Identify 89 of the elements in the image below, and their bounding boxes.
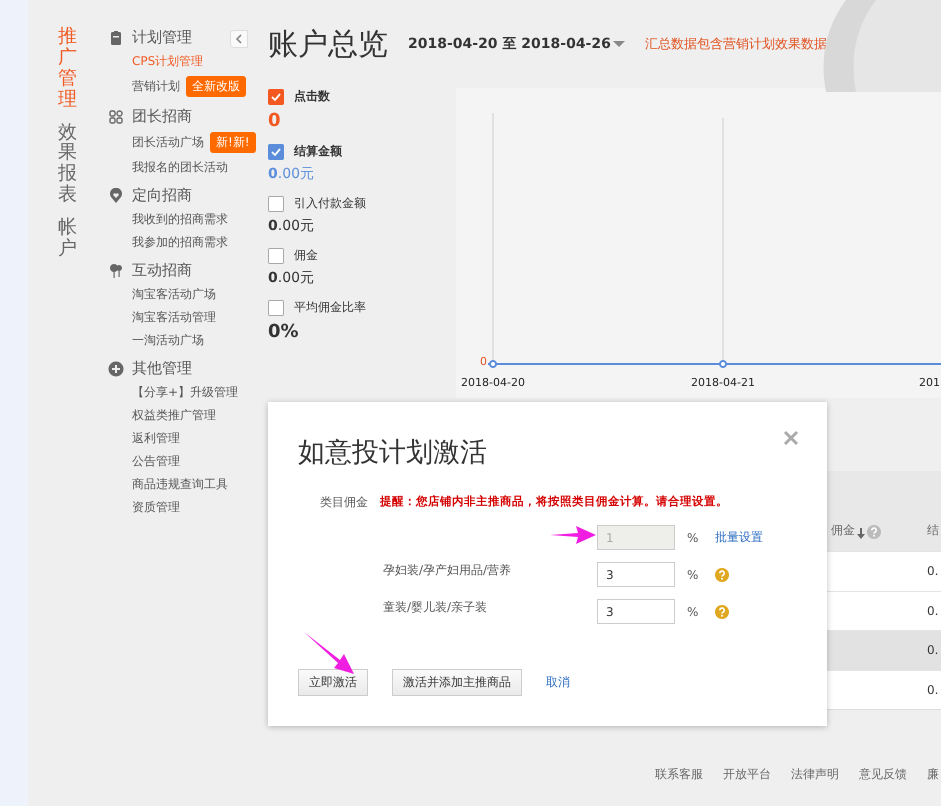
checkbox[interactable] — [268, 88, 284, 104]
axis-tick-label: 0 — [480, 355, 487, 368]
commission-input[interactable]: 3 — [597, 599, 675, 624]
sidebar-item[interactable]: 商品违规查询工具 — [132, 476, 228, 493]
location-pin-icon — [108, 188, 124, 204]
table-cell-text: 0. — [926, 682, 940, 699]
percent-unit: % — [686, 568, 700, 582]
percent-unit: % — [686, 604, 700, 618]
data-point — [489, 360, 497, 368]
commission-input[interactable]: 3 — [597, 562, 675, 587]
column-header[interactable]: 佣金 — [827, 471, 923, 551]
table-row[interactable]: 0. — [827, 630, 941, 670]
warning-text: 提醒：您店铺内非主推商品，将按照类目佣金计算。请合理设置。 — [380, 494, 728, 510]
sidebar-group-title: 定向招商 — [132, 186, 192, 205]
sidebar-group-title: 其他管理 — [132, 359, 192, 378]
sidebar-group-title: 互动招商 — [132, 261, 192, 280]
field-label: 类目佣金 — [320, 494, 368, 511]
sidebar-item[interactable]: 我报名的团长活动 — [132, 159, 228, 176]
new-badge: 全新改版 — [186, 76, 246, 97]
check-icon — [271, 92, 281, 100]
close-icon — [783, 430, 799, 446]
axis-label: 2018-04-21 — [691, 376, 755, 389]
data-point — [719, 360, 727, 368]
percent-unit: % — [686, 530, 700, 544]
plus-circle-icon — [108, 360, 124, 376]
new-badge: 新!新! — [210, 132, 256, 153]
footer-link[interactable]: 意见反馈 — [859, 766, 907, 783]
footer-link[interactable]: 开放平台 — [723, 766, 771, 783]
dialog-button[interactable]: 立即激活 — [298, 669, 368, 696]
checkbox[interactable] — [268, 300, 284, 316]
grid-icon — [108, 108, 124, 124]
chevron-left-icon — [235, 34, 243, 44]
sidebar-item[interactable]: 权益类推广管理 — [132, 407, 216, 424]
sidebar-item[interactable]: 公告管理 — [132, 453, 180, 470]
metric-label: 点击数 — [294, 88, 330, 105]
category-label: 童装/婴儿装/亲子装 — [383, 599, 488, 616]
axis-label: 201 — [919, 376, 940, 389]
metric-value: 0.00元 — [268, 217, 316, 235]
category-label: 孕妇装/孕产妇用品/营养 — [383, 562, 512, 579]
help-icon[interactable] — [715, 604, 729, 618]
footer-link[interactable]: 廉 — [927, 766, 939, 783]
checkbox[interactable] — [268, 196, 284, 212]
help-icon[interactable] — [867, 525, 881, 539]
metric-value: 0 — [268, 110, 282, 131]
cancel-link[interactable]: 取消 — [546, 674, 570, 691]
table-cell-text: 0. — [926, 563, 940, 580]
nav-tab[interactable]: 效果报表 — [58, 122, 77, 206]
axis-label: 2018-04-20 — [461, 376, 525, 389]
date-range-picker[interactable]: 2018-04-20 至 2018-04-26 — [408, 35, 625, 53]
summary-note: 汇总数据包含营销计划效果数据 — [644, 36, 827, 53]
sidebar-item[interactable]: 营销计划 — [132, 78, 180, 95]
sidebar-item[interactable]: 团长活动广场 — [132, 134, 204, 151]
collapse-button[interactable] — [230, 30, 248, 48]
balloons-icon — [108, 262, 124, 278]
caret-icon — [612, 40, 625, 48]
metric-label: 引入付款金额 — [294, 195, 366, 212]
checkbox[interactable] — [268, 248, 284, 264]
close-button[interactable] — [783, 430, 799, 446]
sidebar-item[interactable]: 我收到的招商需求 — [132, 211, 228, 228]
footer-link[interactable]: 法律声明 — [791, 766, 839, 783]
metric-label: 佣金 — [294, 247, 318, 264]
metric-label: 平均佣金比率 — [294, 299, 366, 316]
metric-value: 0.00元 — [268, 165, 316, 183]
table-cell-text: 0. — [926, 602, 940, 620]
metric-label: 结算金额 — [294, 143, 342, 160]
sidebar-item[interactable]: 淘宝客活动管理 — [132, 309, 216, 326]
sidebar-group-title: 团长招商 — [132, 107, 192, 126]
check-icon — [271, 148, 281, 156]
sidebar-item[interactable]: 资质管理 — [132, 499, 180, 516]
sidebar-item[interactable]: 我参加的招商需求 — [132, 234, 228, 251]
clipboard-icon — [108, 30, 124, 46]
sidebar-group-title: 计划管理 — [132, 28, 192, 47]
nav-tab[interactable]: 帐户 — [58, 217, 77, 259]
help-icon[interactable] — [715, 568, 729, 582]
table-cell-text: 0. — [926, 642, 940, 660]
dialog-button[interactable]: 激活并添加主推商品 — [392, 669, 522, 696]
page-title: 账户总览 — [268, 26, 388, 64]
pointer-arrow-icon — [304, 632, 354, 674]
sidebar-item[interactable]: 淘宝客活动广场 — [132, 286, 216, 303]
sidebar-item[interactable]: 【分享+】升级管理 — [132, 384, 238, 401]
sidebar-item[interactable]: 返利管理 — [132, 430, 180, 447]
metric-value: 0.00元 — [268, 269, 316, 287]
footer-link[interactable]: 联系客服 — [655, 766, 703, 783]
dialog-title: 如意投计划激活 — [298, 436, 487, 470]
checkbox[interactable] — [268, 144, 284, 160]
metric-value: 0% — [268, 321, 300, 342]
column-header[interactable]: 结 — [923, 471, 941, 551]
sort-down-icon — [857, 528, 865, 539]
sidebar-item[interactable]: 一淘活动广场 — [132, 332, 204, 349]
